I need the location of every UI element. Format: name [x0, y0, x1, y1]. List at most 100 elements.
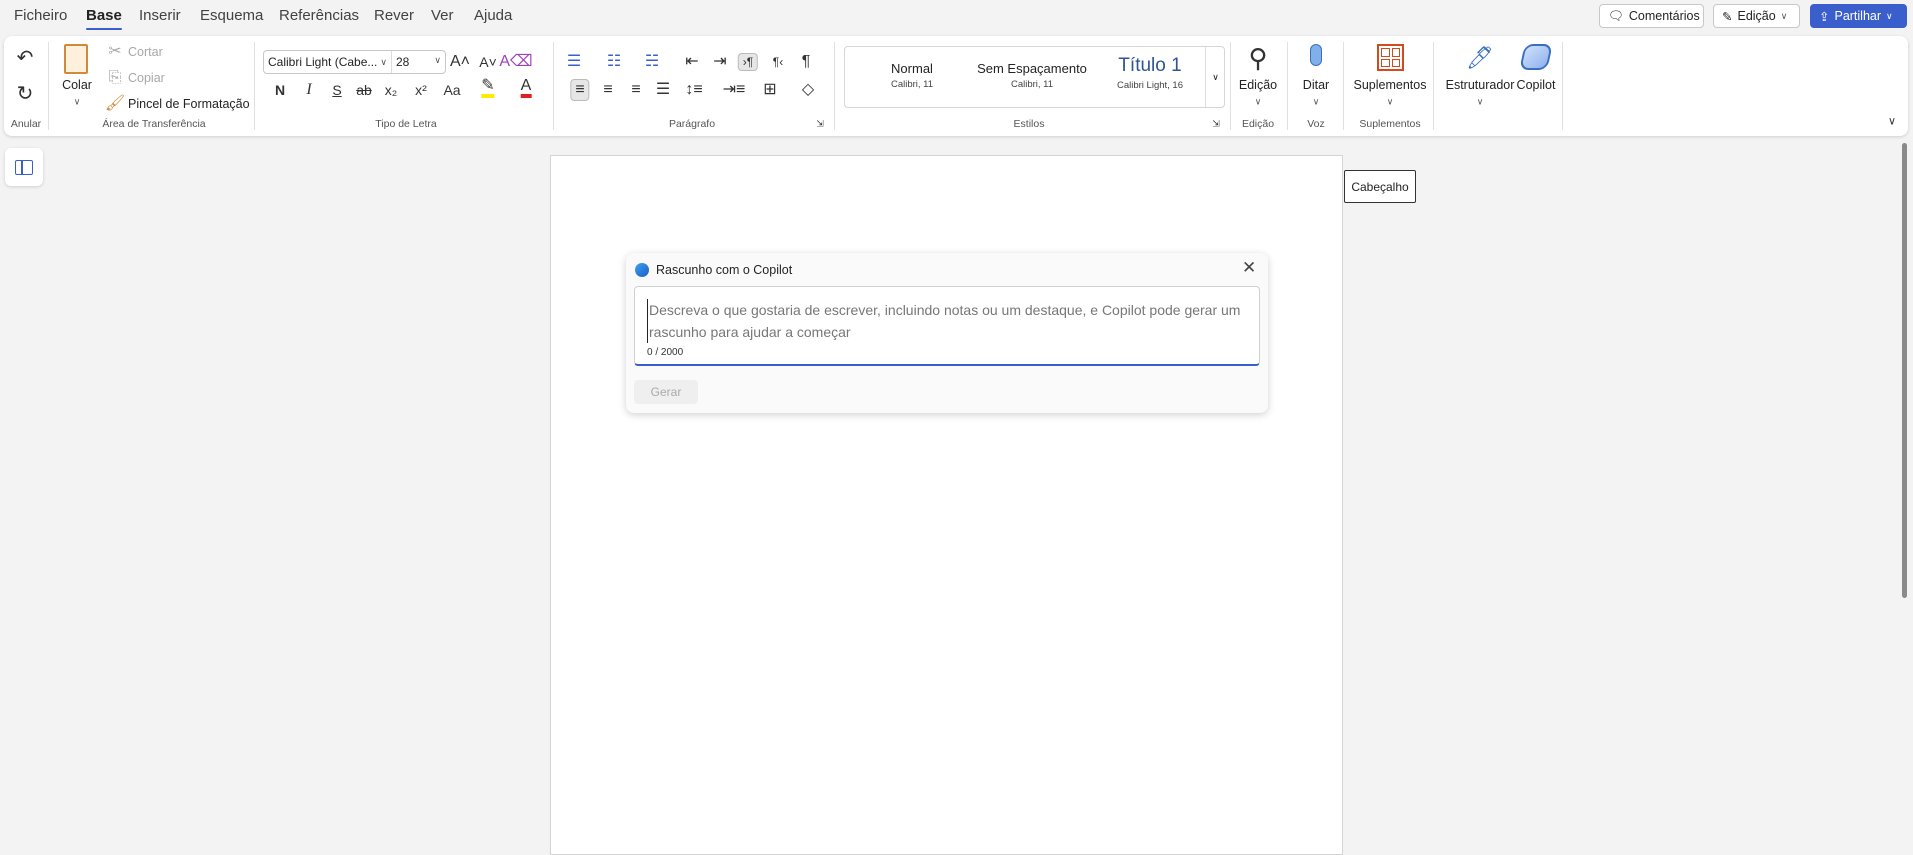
increase-indent-icon[interactable]: ⇥ — [713, 54, 726, 70]
justify-icon[interactable]: ☰ — [656, 82, 670, 98]
group-label-clipboard: Área de Transferência — [102, 118, 206, 130]
style-name: Título 1 — [1118, 55, 1182, 76]
bold-button[interactable]: N — [275, 83, 285, 97]
close-icon[interactable]: ✕ — [1242, 258, 1256, 278]
addins-icon[interactable] — [1377, 44, 1404, 71]
dialog-launcher-icon[interactable]: ⇲ — [1212, 119, 1220, 129]
group-label-undo: Anular — [10, 118, 42, 130]
copy-button[interactable]: Copiar — [128, 71, 165, 85]
designer-button[interactable]: Estruturador — [1446, 78, 1515, 92]
search-icon[interactable]: ⚲ — [1248, 45, 1267, 71]
style-font: Calibri Light, 16 — [1116, 80, 1184, 91]
copilot-icon — [635, 263, 649, 277]
show-marks-icon[interactable]: ¶ — [802, 54, 811, 70]
chevron-down-icon[interactable]: ∨ — [1313, 97, 1320, 107]
style-normal[interactable]: Normal Calibri, 11 — [891, 61, 933, 90]
shrink-font-icon[interactable]: A˅ — [479, 55, 497, 69]
font-size-select[interactable]: 28 ∨ — [392, 55, 445, 69]
font-color-icon[interactable]: A — [520, 78, 532, 98]
align-left-icon[interactable]: ≡ — [570, 79, 590, 101]
editing-button[interactable]: Edição — [1239, 78, 1277, 92]
numbering-icon[interactable]: ☷ — [607, 54, 621, 70]
align-right-icon[interactable]: ≡ — [631, 82, 640, 98]
style-no-spacing[interactable]: Sem Espaçamento Calibri, 11 — [977, 61, 1087, 90]
superscript-icon[interactable]: x² — [415, 83, 427, 97]
tab-referencias[interactable]: Referências — [279, 7, 359, 24]
tab-rever[interactable]: Rever — [374, 7, 414, 24]
prompt-input[interactable]: Descreva o que gostaria de escrever, inc… — [634, 286, 1260, 366]
chevron-down-icon: ∨ — [380, 56, 387, 67]
ltr-icon[interactable]: ›¶ — [737, 53, 759, 71]
align-center-icon[interactable]: ≡ — [603, 82, 612, 98]
chevron-down-icon[interactable]: ∨ — [1387, 97, 1394, 107]
editing-mode-button[interactable]: ✎ Edição ∨ — [1713, 4, 1800, 28]
header-tooltip: Cabeçalho — [1344, 170, 1416, 203]
divider — [1343, 42, 1344, 130]
chevron-down-icon[interactable]: ∨ — [1477, 97, 1484, 107]
group-label-styles: Estilos — [1013, 118, 1045, 130]
style-name: Normal — [891, 61, 933, 76]
clear-formatting-icon[interactable]: A⌫ — [499, 54, 532, 70]
redo-icon[interactable]: ↻ — [17, 84, 34, 104]
editing-label: Edição — [1737, 9, 1776, 23]
decrease-indent-icon[interactable]: ⇤ — [685, 54, 698, 70]
subscript-icon[interactable]: x₂ — [385, 83, 397, 97]
chevron-down-icon: ∨ — [1886, 10, 1893, 21]
navigation-pane-button[interactable] — [5, 148, 43, 186]
microphone-icon[interactable] — [1310, 44, 1322, 66]
copilot-icon[interactable] — [1519, 44, 1553, 70]
borders-icon[interactable]: ⊞ — [763, 82, 776, 98]
shading-icon[interactable]: ◇ — [802, 82, 814, 98]
tab-ficheiro[interactable]: Ficheiro — [14, 7, 67, 24]
underline-button[interactable]: S — [332, 83, 341, 97]
multilevel-list-icon[interactable]: ☵ — [645, 54, 659, 70]
designer-icon[interactable]: 🖊 — [1466, 47, 1494, 69]
dialog-launcher-icon[interactable]: ⇲ — [816, 119, 824, 129]
chevron-down-icon[interactable]: ∨ — [1255, 97, 1262, 107]
paste-icon[interactable] — [64, 44, 88, 74]
paste-button[interactable]: Colar — [62, 78, 92, 92]
comments-button[interactable]: 🗨 Comentários — [1599, 4, 1704, 28]
divider — [1433, 42, 1434, 130]
undo-icon[interactable]: ↶ — [17, 48, 34, 68]
generate-button[interactable]: Gerar — [634, 380, 698, 404]
chevron-down-icon: ∨ — [434, 55, 441, 65]
style-heading-1[interactable]: Título 1 Calibri Light, 16 — [1117, 55, 1183, 91]
highlight-icon[interactable]: ✎ — [481, 78, 495, 98]
styles-more-button[interactable]: ∨ — [1205, 47, 1225, 107]
bullets-icon[interactable]: ☰ — [567, 54, 581, 70]
cut-button[interactable]: Cortar — [128, 45, 163, 59]
divider — [553, 42, 554, 130]
font-size-value: 28 — [396, 55, 410, 69]
font-name-select[interactable]: Calibri Light (Cabe... ∨ — [264, 51, 392, 73]
styles-gallery: Normal Calibri, 11 Sem Espaçamento Calibri… — [844, 46, 1225, 108]
vertical-scrollbar[interactable] — [1902, 143, 1907, 598]
group-label-paragraph: Parágrafo — [668, 118, 716, 130]
share-button[interactable]: ⇪ Partilhar ∨ — [1810, 4, 1907, 28]
tab-inserir[interactable]: Inserir — [139, 7, 181, 24]
paragraph-spacing-icon[interactable]: ⇥≡ — [723, 82, 746, 98]
style-font: Calibri, 11 — [1010, 79, 1054, 90]
rtl-icon[interactable]: ¶‹ — [773, 56, 783, 68]
chevron-down-icon[interactable]: ∨ — [74, 97, 81, 107]
dictate-button[interactable]: Ditar — [1303, 78, 1329, 92]
tab-base[interactable]: Base — [86, 7, 122, 30]
group-label-editing: Edição — [1241, 118, 1275, 130]
dialog-title: Rascunho com o Copilot — [656, 263, 793, 277]
italic-button[interactable]: I — [306, 82, 311, 98]
tab-ver[interactable]: Ver — [431, 7, 454, 24]
change-case-button[interactable]: Aa — [443, 83, 460, 97]
tab-esquema[interactable]: Esquema — [200, 7, 263, 24]
strikethrough-button[interactable]: ab — [356, 83, 372, 97]
collapse-ribbon-icon[interactable]: ∨ — [1888, 116, 1896, 128]
grow-font-icon[interactable]: A˄ — [450, 54, 470, 70]
prompt-placeholder: Descreva o que gostaria de escrever, inc… — [647, 299, 1249, 343]
format-painter-button[interactable]: Pincel de Formatação — [128, 97, 250, 111]
group-label-voice: Voz — [1307, 118, 1325, 130]
tab-ajuda[interactable]: Ajuda — [474, 7, 512, 24]
font-name-value: Calibri Light (Cabe... — [268, 55, 378, 69]
addins-button[interactable]: Suplementos — [1354, 78, 1427, 92]
copilot-button[interactable]: Copilot — [1517, 78, 1556, 92]
copilot-draft-dialog: Rascunho com o Copilot ✕ Descreva o que … — [626, 253, 1268, 413]
line-spacing-icon[interactable]: ↕≡ — [685, 82, 702, 98]
